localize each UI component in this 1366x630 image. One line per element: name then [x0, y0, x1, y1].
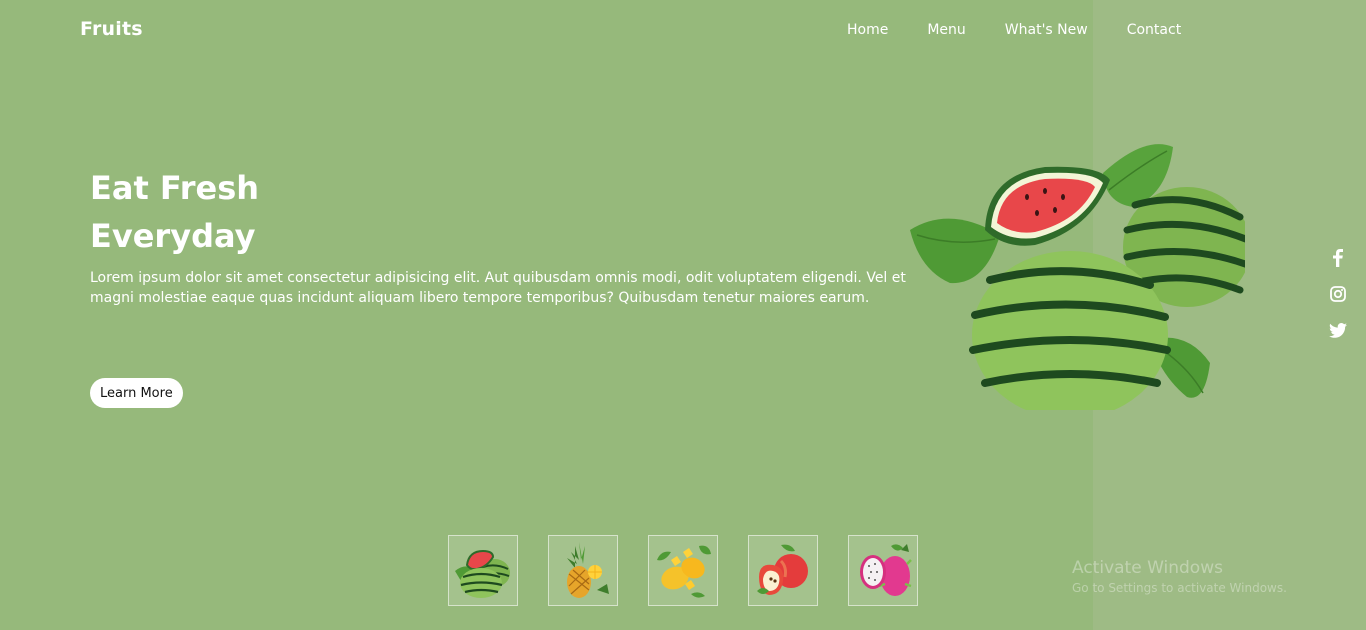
apple-thumb[interactable] — [748, 535, 818, 606]
main-nav: Home Menu What's New Contact — [847, 22, 1220, 38]
logo[interactable]: Fruits — [80, 18, 143, 40]
hero-description: Lorem ipsum dolor sit amet consectetur a… — [90, 270, 906, 306]
dragonfruit-thumb[interactable] — [848, 535, 918, 606]
learn-more-button[interactable]: Learn More — [90, 378, 183, 408]
instagram-icon[interactable] — [1328, 284, 1348, 304]
hero-title-line1: Eat Fresh — [90, 169, 260, 207]
nav-contact[interactable]: Contact — [1127, 22, 1181, 38]
watermark-title: Activate Windows — [1072, 558, 1223, 578]
watermelon-image — [910, 144, 1245, 410]
pineapple-thumb[interactable] — [548, 535, 618, 606]
fruit-thumbnails — [448, 535, 948, 606]
mango-thumb[interactable] — [648, 535, 718, 606]
nav-whats-new[interactable]: What's New — [1005, 22, 1088, 38]
activation-watermark: Activate Windows Go to Settings to activ… — [1072, 558, 1287, 595]
social-links — [1328, 248, 1348, 356]
watermark-subtitle: Go to Settings to activate Windows. — [1072, 581, 1287, 595]
hero-title-line2: Everyday — [90, 217, 256, 255]
nav-home[interactable]: Home — [847, 22, 888, 38]
facebook-icon[interactable] — [1328, 248, 1348, 268]
twitter-icon[interactable] — [1328, 320, 1348, 340]
nav-menu[interactable]: Menu — [927, 22, 965, 38]
hero-title: Eat Fresh Everyday — [90, 164, 259, 260]
watermelon-thumb[interactable] — [448, 535, 518, 606]
